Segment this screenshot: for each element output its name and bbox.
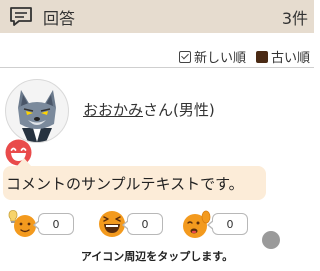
header-bar: 回答 3件: [0, 0, 314, 33]
checkbox-checked-icon[interactable]: [178, 50, 191, 63]
checkbox-filled-icon[interactable]: [255, 50, 268, 63]
sort-options: 新しい順 古い順: [178, 47, 310, 66]
reaction-laugh-button[interactable]: 0: [97, 209, 167, 239]
answer-count: 3件: [281, 9, 308, 28]
comment-author: おおかみさん(男性): [83, 99, 215, 120]
reaction-count: 0: [122, 213, 163, 235]
divider: [0, 67, 314, 68]
wolf-avatar[interactable]: [5, 79, 69, 143]
reaction-idea-button[interactable]: 0: [8, 209, 78, 239]
user-suffix: さん(男性): [143, 101, 215, 119]
reaction-count: 0: [33, 213, 74, 235]
sort-newest-option[interactable]: 新しい順: [178, 47, 246, 66]
reaction-count: 0: [207, 213, 248, 235]
chat-icon: [9, 6, 33, 31]
sort-oldest-label: 古い順: [270, 51, 310, 66]
page-title: 回答: [43, 9, 76, 28]
sort-newest-label: 新しい順: [193, 51, 246, 66]
sort-oldest-option[interactable]: 古い順: [255, 47, 310, 66]
username-link[interactable]: おおかみ: [83, 101, 143, 119]
reaction-cheer-button[interactable]: 0: [182, 209, 252, 239]
tap-indicator: [262, 231, 280, 249]
comment-text: コメントのサンプルテキストです。: [6, 175, 244, 193]
tap-hint-text: アイコン周辺をタップします。: [80, 250, 234, 263]
comment-bubble: コメントのサンプルテキストです。: [3, 158, 266, 200]
